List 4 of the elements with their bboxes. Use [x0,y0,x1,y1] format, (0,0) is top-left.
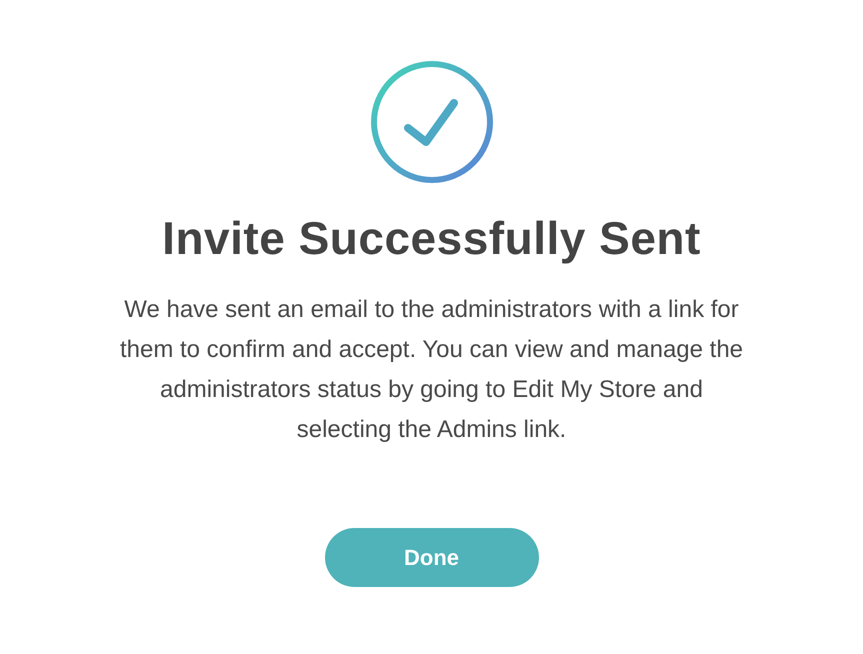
title: Invite Successfully Sent [162,211,701,266]
message-text: We have sent an email to the administrators with a link for them to confirm and accept. You can view and manage the administrators status by going to Edit My Store and selecting the Admins link. [118,295,744,445]
done-button[interactable]: Done [324,528,538,587]
checkmark-circle-icon [370,60,494,184]
